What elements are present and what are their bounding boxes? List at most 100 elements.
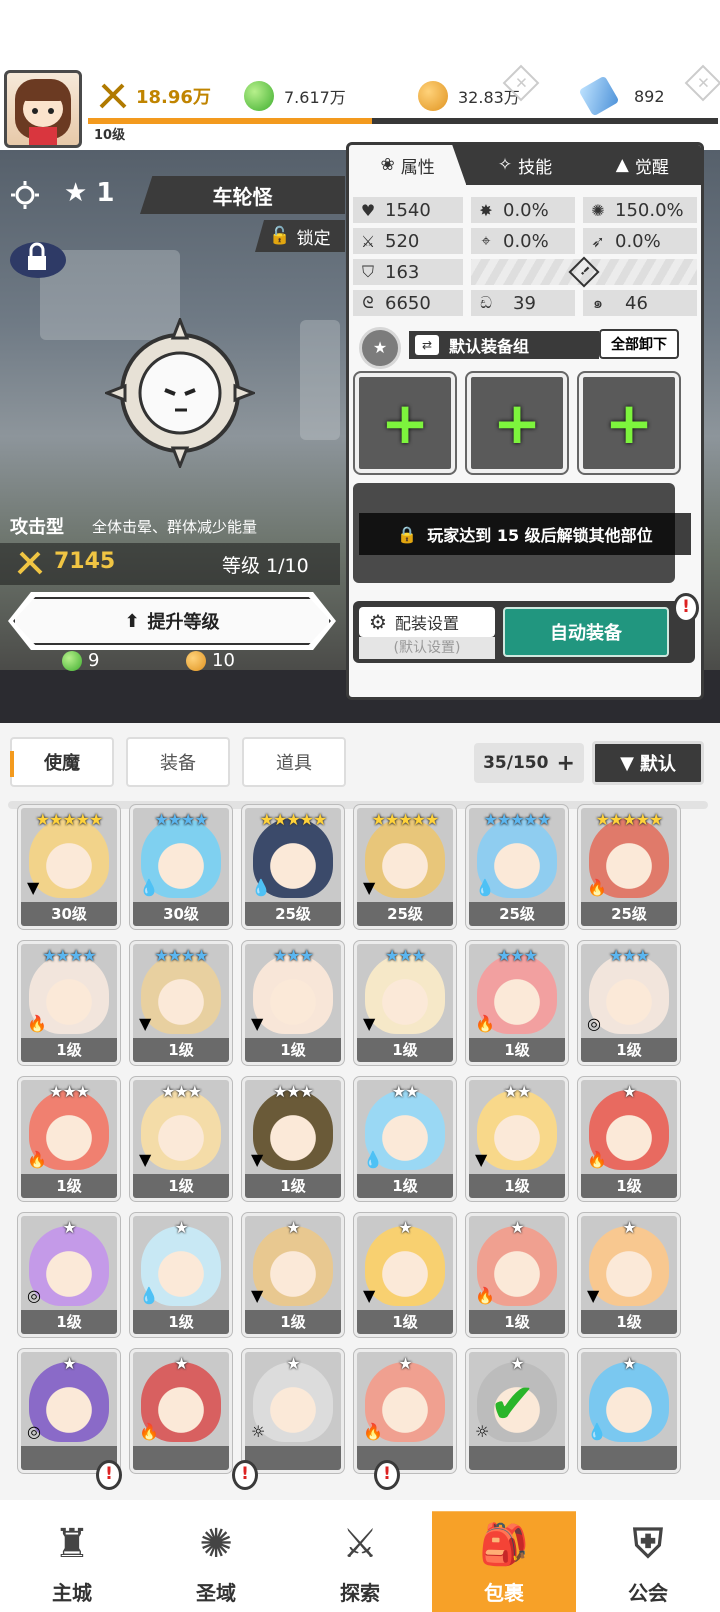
familiar-card[interactable]: ★★★★ 💧 30级 (129, 804, 233, 930)
familiar-portrait (589, 1226, 669, 1306)
tab-skills[interactable]: ✧ 技能 (466, 145, 583, 185)
familiar-portrait (29, 1362, 109, 1442)
familiar-card[interactable]: ★★★★★ 💧 25级 (241, 804, 345, 930)
familiar-card[interactable]: ★★★★ 🔥 1级 (17, 940, 121, 1066)
unequip-all-button[interactable]: 全部卸下 (599, 329, 679, 359)
familiar-card[interactable]: ★★★★★ ▼ 25级 (353, 804, 457, 930)
familiar-card[interactable]: ★ ☼ ✔ (465, 1348, 569, 1474)
tab-attributes[interactable]: ❀ 属性 (349, 145, 467, 185)
familiar-card[interactable]: ★★★ 🔥 1级 (465, 940, 569, 1066)
crystal-resource[interactable]: 892 (578, 75, 665, 117)
familiar-portrait (589, 954, 669, 1034)
tab-awaken[interactable]: ▲ 觉醒 (584, 145, 701, 185)
familiar-card[interactable]: ★ 🔥 1级 (577, 1076, 681, 1202)
familiar-card[interactable]: ★★★ ▼ 1级 (353, 940, 457, 1066)
rarity-stars: ★★★★ (42, 946, 96, 965)
familiar-card[interactable]: ★★★ ◎ 1级 (577, 940, 681, 1066)
familiar-card[interactable]: ★ ▼ 1级 (353, 1212, 457, 1338)
familiar-card[interactable]: ★ 💧 1级 (129, 1212, 233, 1338)
element-icon: ▼ (475, 1150, 488, 1169)
sort-button[interactable]: ▼ 默认 (592, 741, 704, 785)
rarity-stars: ★ (510, 1218, 524, 1237)
familiar-card[interactable]: ★ ◎ 1级 (17, 1212, 121, 1338)
nav-sanctuary[interactable]: ✺ 圣域 (144, 1500, 288, 1612)
rarity-stars: ★ (174, 1218, 188, 1237)
inventory-capacity[interactable]: 35/150 + (474, 743, 584, 783)
familiar-level (245, 1446, 341, 1470)
rarity-stars: ★ (622, 1082, 636, 1101)
config-settings-button[interactable]: ⚙ 配装设置 (359, 607, 495, 637)
side-lock-icon[interactable] (0, 234, 70, 284)
stat-attack-value: 520 (385, 230, 420, 252)
heart-icon: ♥ (360, 200, 376, 220)
upgrade-level-button[interactable]: ⬆ 提升等级 (8, 592, 336, 650)
swords-icon (17, 551, 43, 575)
tab-equipment[interactable]: 装备 (126, 737, 230, 787)
familiar-card[interactable]: ★ 🔥 (353, 1348, 457, 1474)
rarity-stars: ★★★★ (154, 946, 208, 965)
stat-defense-value: 163 (385, 261, 420, 283)
familiar-card[interactable]: ★★★★★ ▼ 30级 (17, 804, 121, 930)
familiar-card[interactable]: ★★★ ▼ 1级 (241, 940, 345, 1066)
nav-main-city[interactable]: ♜ 主城 (0, 1500, 144, 1612)
familiar-card[interactable]: ★ ☼ (241, 1348, 345, 1474)
tab-familiars[interactable]: 使魔 (10, 737, 114, 787)
weapon-slot[interactable]: + (353, 371, 457, 475)
bottom-nav: ♜ 主城 ✺ 圣域 ⚔ 探索 🎒 包裹 ⛨ 公会 ! ! ! (0, 1460, 720, 1612)
lock-button[interactable]: 🔓 锁定 (255, 220, 345, 252)
hero-level: 等级 1/10 (222, 555, 309, 577)
rarity-stars: ★ (62, 1354, 76, 1373)
add-crystal-icon[interactable]: + (684, 64, 720, 102)
familiar-card[interactable]: ★★ ▼ 1级 (465, 1076, 569, 1202)
familiar-level (357, 1446, 453, 1470)
stat-warning: ! (471, 256, 697, 288)
familiar-portrait (253, 1090, 333, 1170)
stat-row: ♥ 1540 ✸ 0.0% ✺ 150.0% (353, 197, 697, 223)
familiar-card[interactable]: ★★★ 🔥 1级 (17, 1076, 121, 1202)
familiar-card[interactable]: ★★★★★ 🔥 25级 (577, 804, 681, 930)
shield-icon: ⛉ (361, 262, 374, 281)
element-icon: ▼ (251, 1286, 264, 1305)
tab-items[interactable]: 道具 (242, 737, 346, 787)
familiar-card[interactable]: ★ ▼ 1级 (577, 1212, 681, 1338)
familiar-card[interactable]: ★ 💧 (577, 1348, 681, 1474)
element-icon: ☼ (475, 1422, 490, 1441)
familiar-card[interactable]: ★★★ ▼ 1级 (241, 1076, 345, 1202)
rarity-stars: ★ (286, 1218, 300, 1237)
element-icon: ☼ (251, 1422, 266, 1441)
player-avatar[interactable] (4, 70, 82, 148)
hero-name: 车轮怪 (140, 176, 345, 214)
familiar-card[interactable]: ★★★ ▼ 1级 (129, 1076, 233, 1202)
element-icon: 🔥 (475, 1014, 495, 1033)
hero-power-value: 7145 (54, 549, 116, 574)
helmet-slot[interactable]: + (465, 371, 569, 475)
element-icon: 💧 (139, 878, 159, 897)
familiar-card[interactable]: ★★★★★ 💧 25级 (465, 804, 569, 930)
nav-guild[interactable]: ⛨ 公会 (576, 1500, 720, 1612)
status-bar-area (0, 0, 720, 66)
familiar-card[interactable]: ★ 🔥 1级 (465, 1212, 569, 1338)
element-icon: ▼ (251, 1014, 264, 1033)
nav-backpack[interactable]: 🎒 包裹 (432, 1511, 576, 1612)
familiar-card[interactable]: ★ ▼ 1级 (241, 1212, 345, 1338)
familiar-card[interactable]: ★★ 💧 1级 (353, 1076, 457, 1202)
rarity-stars: ★★ (391, 1082, 420, 1101)
familiar-card[interactable]: ★★★★ ▼ 1级 (129, 940, 233, 1066)
familiar-card[interactable]: ★ 🔥 (129, 1348, 233, 1474)
rarity-stars: ★★★★★ (35, 810, 104, 829)
familiar-card[interactable]: ★ ◎ (17, 1348, 121, 1474)
hero-type: 攻击型 (10, 517, 64, 538)
green-gem-icon (62, 650, 82, 671)
rarity-stars: ★★★ (48, 1082, 90, 1101)
familiar-level: 1级 (245, 1310, 341, 1334)
stat-defense: ⛉ 163 (353, 259, 463, 285)
armor-slot[interactable]: + (577, 371, 681, 475)
nav-explore[interactable]: ⚔ 探索 (288, 1500, 432, 1612)
familiar-portrait (365, 1226, 445, 1306)
tab-label: 属性 (400, 157, 435, 178)
power-value: 18.96万 (136, 87, 211, 108)
rarity-stars: ★★★★★ (259, 810, 328, 829)
crystal-value: 892 (634, 86, 665, 106)
auto-equip-button[interactable]: 自动装备 (503, 607, 669, 657)
swap-icon[interactable]: ⇄ (415, 335, 439, 355)
